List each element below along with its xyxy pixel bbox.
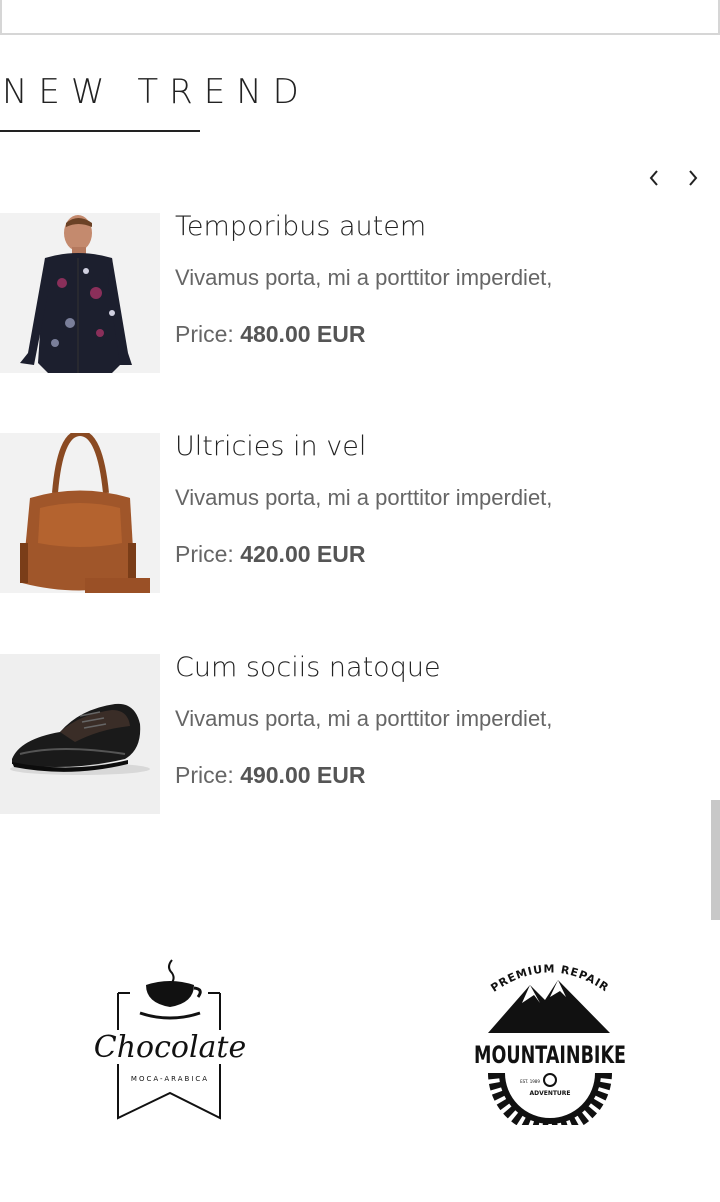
product-description: Vivamus porta, mi a porttitor imperdiet, [175,706,553,731]
product-name[interactable]: Temporibus autem [175,211,426,242]
brand-logo-chocolate[interactable]: Chocolate MOCA-ARABICA [70,955,270,1125]
brand-mtb-est: EST. 1989 [520,1079,540,1084]
carousel-next-button[interactable] [679,164,707,192]
chevron-right-icon [689,170,698,186]
product-image-handbag[interactable] [0,433,160,593]
brand-chocolate-name: Chocolate [94,1030,247,1065]
svg-text:PREMIUM REPAIR: PREMIUM REPAIR [488,962,611,994]
top-input-box[interactable] [0,0,720,35]
brand-mtb-name: MOUNTAINBIKE [474,1041,626,1069]
brand-logo-mountainbike[interactable]: PREMIUM REPAIR MOUNTAINBIKE EST. 1989 AD… [450,955,650,1135]
product-item[interactable]: Cum sociis natoque Vivamus porta, mi a p… [0,652,720,814]
brand-mtb-arc-text: PREMIUM REPAIR [488,962,610,994]
brand-chocolate-tagline: MOCA-ARABICA [131,1075,209,1083]
product-item[interactable]: Ultricies in vel Vivamus porta, mi a por… [0,431,720,593]
product-price: Price: 490.00 EUR [175,762,366,788]
product-description: Vivamus porta, mi a porttitor imperdiet, [175,485,553,510]
product-name[interactable]: Cum sociis natoque [175,652,441,683]
section-title: NEW TREND [2,72,310,112]
scrollbar-thumb[interactable] [711,800,720,920]
chevron-left-icon [649,170,658,186]
brand-mtb-bottom: ADVENTURE [529,1090,570,1097]
product-price: Price: 420.00 EUR [175,541,366,567]
product-image-shoe[interactable] [0,654,160,814]
product-name[interactable]: Ultricies in vel [175,431,366,462]
product-price: Price: 480.00 EUR [175,321,366,347]
product-image-shirt[interactable] [0,213,160,373]
carousel-prev-button[interactable] [640,164,668,192]
title-underline [0,130,200,132]
product-item[interactable]: Temporibus autem Vivamus porta, mi a por… [0,211,720,373]
product-description: Vivamus porta, mi a porttitor imperdiet, [175,265,553,290]
